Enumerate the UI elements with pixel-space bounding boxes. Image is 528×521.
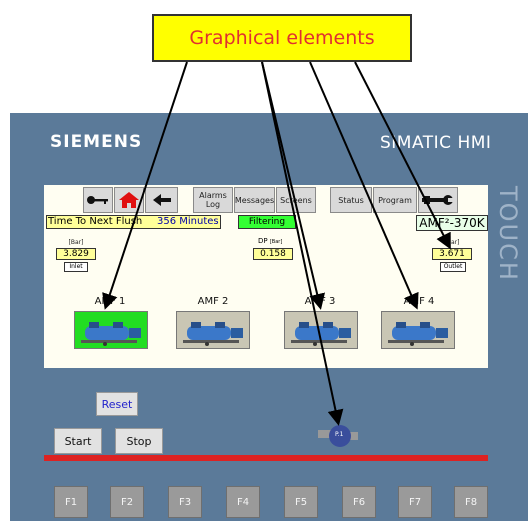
screens-button[interactable]: Screens <box>276 187 316 213</box>
status-label: Status <box>338 195 364 205</box>
stop-button[interactable]: Stop <box>115 428 163 454</box>
messages-label: Messages <box>234 195 275 205</box>
status-badge: Filtering <box>238 215 296 229</box>
graphical-elements-callout: Graphical elements <box>152 14 412 62</box>
inlet-pressure-value: 3.829 <box>56 248 96 260</box>
flush-value: 356 Minutes <box>157 216 219 227</box>
amf-3-label: AMF 3 <box>304 296 336 307</box>
touch-side-label: TOUCH <box>494 186 522 282</box>
pump-label: P.1 <box>335 431 344 438</box>
f4-key[interactable]: F4 <box>226 486 260 518</box>
key-icon <box>87 196 108 204</box>
dp-unit: [Bar] <box>269 239 283 245</box>
f7-key[interactable]: F7 <box>398 486 432 518</box>
amf-1-filter[interactable] <box>74 311 148 349</box>
dp-label-group: DP [Bar] <box>258 237 282 245</box>
screen-bottom-bar <box>44 455 488 461</box>
alarms-log-label: Alarms Log <box>199 191 227 209</box>
wrench-icon <box>422 195 454 205</box>
home-icon <box>119 192 139 208</box>
filter-unit-icon <box>81 322 141 346</box>
flush-label: Time To Next Flush <box>48 216 143 227</box>
back-button[interactable] <box>145 187 178 213</box>
amf-4-filter[interactable] <box>381 311 455 349</box>
inlet-label: Inlet <box>64 262 88 272</box>
settings-wrench-button[interactable] <box>418 187 458 213</box>
filter-unit-icon <box>388 322 448 346</box>
f5-key[interactable]: F5 <box>284 486 318 518</box>
dp-label: DP <box>258 237 268 245</box>
amf-2-label: AMF 2 <box>197 296 229 307</box>
outlet-pressure-value: 3.671 <box>432 248 472 260</box>
unit-name-label: AMF²-370K <box>416 215 488 231</box>
screens-label: Screens <box>280 195 312 205</box>
status-button[interactable]: Status <box>330 187 372 213</box>
amf-2-filter[interactable] <box>176 311 250 349</box>
outlet-label: Outlet <box>440 262 466 272</box>
messages-button[interactable]: Messages <box>234 187 275 213</box>
home-button[interactable] <box>114 187 144 213</box>
key-login-button[interactable] <box>83 187 113 213</box>
f3-key[interactable]: F3 <box>168 486 202 518</box>
reset-button[interactable]: Reset <box>96 392 138 416</box>
program-label: Program <box>378 195 412 205</box>
program-button[interactable]: Program <box>373 187 417 213</box>
filter-unit-icon <box>183 322 243 346</box>
siemens-logo: SIEMENS <box>50 132 143 152</box>
inlet-unit: [Bar] <box>68 239 84 246</box>
callout-text: Graphical elements <box>189 27 375 49</box>
amf-4-label: AMF 4 <box>403 296 435 307</box>
f1-key[interactable]: F1 <box>54 486 88 518</box>
alarms-log-button[interactable]: Alarms Log <box>193 187 233 213</box>
amf-3-filter[interactable] <box>284 311 358 349</box>
back-arrow-icon <box>152 194 171 206</box>
simatic-hmi-label: SIMATIC HMI <box>380 133 492 153</box>
dp-value: 0.158 <box>253 248 293 260</box>
f2-key[interactable]: F2 <box>110 486 144 518</box>
f6-key[interactable]: F6 <box>342 486 376 518</box>
outlet-unit: [Bar] <box>444 239 460 246</box>
start-button[interactable]: Start <box>54 428 102 454</box>
f8-key[interactable]: F8 <box>454 486 488 518</box>
amf-1-label: AMF 1 <box>94 296 126 307</box>
filter-unit-icon <box>291 322 351 346</box>
